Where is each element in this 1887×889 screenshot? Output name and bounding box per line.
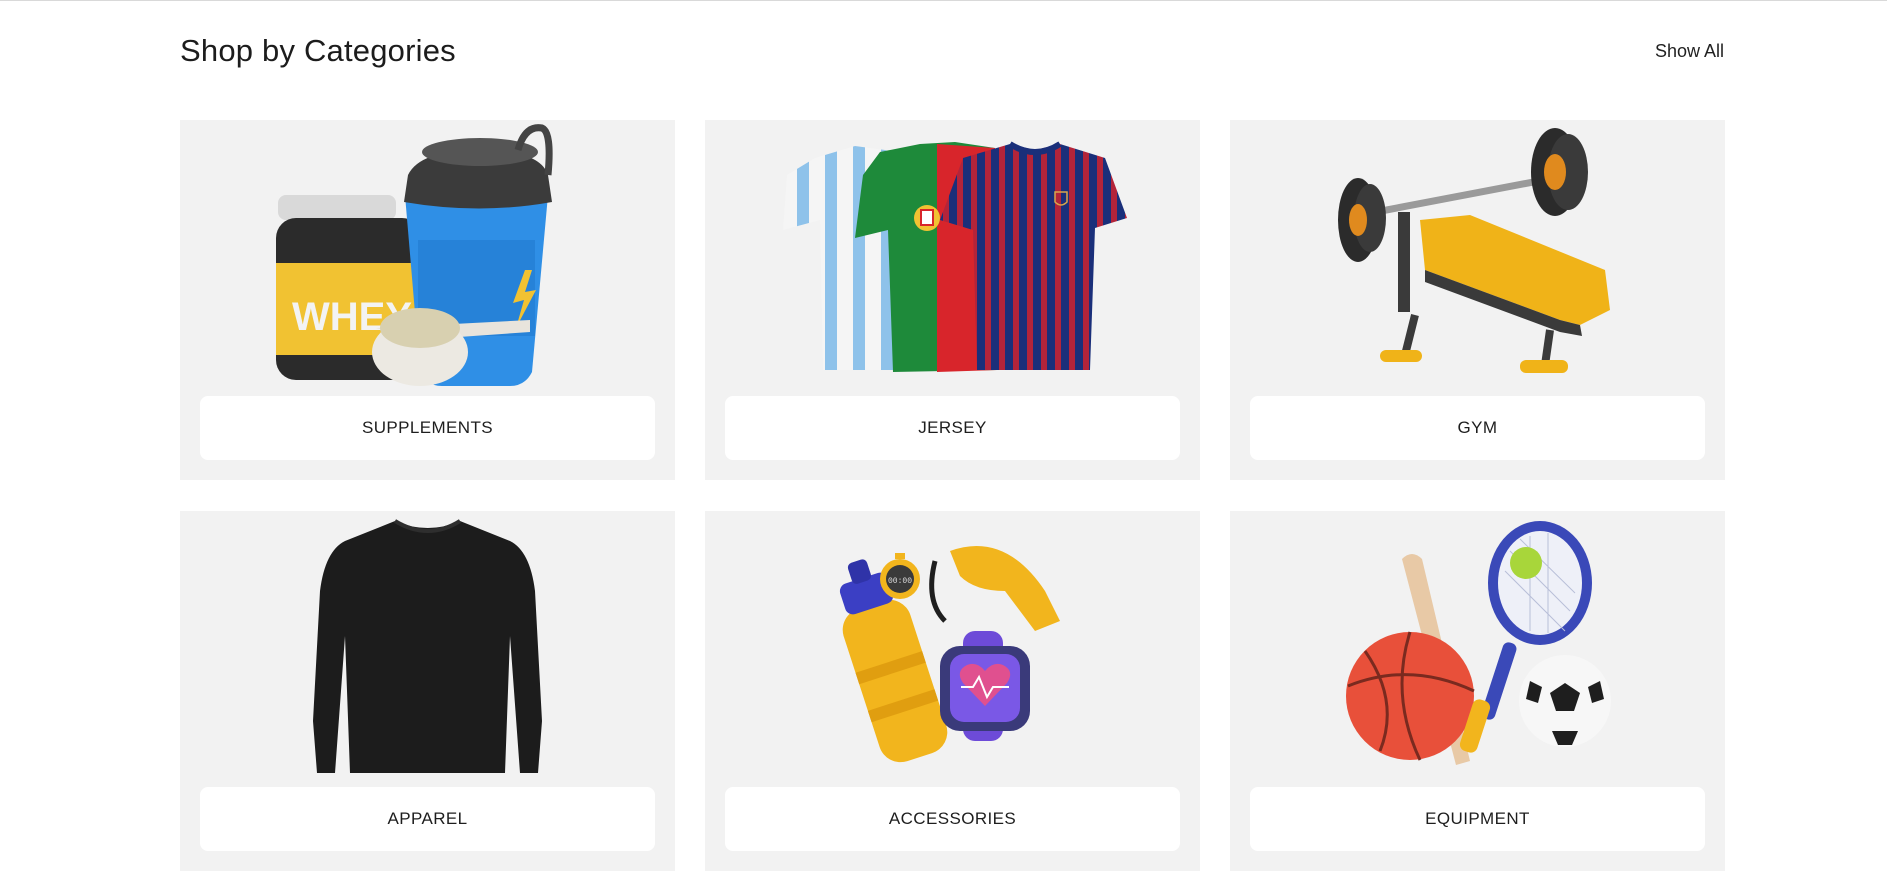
category-label-accessories: ACCESSORIES — [725, 787, 1180, 851]
category-card-supplements[interactable]: WHEY SUPPLEMENTS — [180, 120, 675, 480]
category-grid: WHEY SUPPLEMENTS JERSEY GYM APPAREL 00:0… — [180, 120, 1725, 871]
category-label-apparel: APPAREL — [200, 787, 655, 851]
category-label-jersey: JERSEY — [725, 396, 1180, 460]
supplements-icon: WHEY — [180, 120, 675, 390]
section-header: Shop by Categories Show All — [180, 28, 1724, 74]
category-card-jersey[interactable]: JERSEY — [705, 120, 1200, 480]
category-label-equipment: EQUIPMENT — [1250, 787, 1705, 851]
long-sleeve-shirt-icon — [180, 511, 675, 781]
category-card-apparel[interactable]: APPAREL — [180, 511, 675, 871]
show-all-link[interactable]: Show All — [1655, 41, 1724, 62]
category-card-gym[interactable]: GYM — [1230, 120, 1725, 480]
accessories-icon: 00:00 — [705, 511, 1200, 781]
gym-bench-icon — [1230, 120, 1725, 390]
category-label-gym: GYM — [1250, 396, 1705, 460]
category-label-supplements: SUPPLEMENTS — [200, 396, 655, 460]
section-title: Shop by Categories — [180, 33, 456, 68]
sports-equipment-icon — [1230, 511, 1725, 781]
stopwatch-display: 00:00 — [888, 577, 912, 586]
category-card-equipment[interactable]: EQUIPMENT — [1230, 511, 1725, 871]
jersey-icon — [705, 120, 1200, 390]
category-card-accessories[interactable]: 00:00 ACCESSORIES — [705, 511, 1200, 871]
top-divider — [0, 0, 1887, 1]
